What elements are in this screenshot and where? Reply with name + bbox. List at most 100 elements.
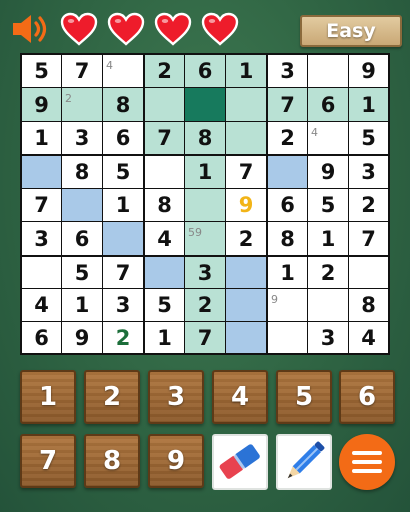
board-cell[interactable]: 7 xyxy=(103,257,143,288)
board-cell[interactable] xyxy=(62,189,102,221)
board-cell[interactable]: 7 xyxy=(62,55,102,87)
board-cell[interactable]: 7 xyxy=(185,322,225,353)
board-cell[interactable]: 6 xyxy=(185,55,225,87)
board-cell[interactable]: 6 xyxy=(62,222,102,255)
board-cell[interactable]: 5 xyxy=(103,156,143,188)
board-cell[interactable]: 4 xyxy=(349,322,388,353)
board-cell[interactable]: 7 xyxy=(226,156,266,188)
board-cell[interactable]: 2 xyxy=(185,289,225,321)
board-cell[interactable] xyxy=(185,189,225,221)
board-cell[interactable]: 9 xyxy=(349,55,388,87)
board-cell[interactable]: 5 xyxy=(349,122,388,154)
pencil-button[interactable] xyxy=(276,434,332,490)
board-cell[interactable]: 4 xyxy=(22,289,61,321)
board-cell[interactable]: 1 xyxy=(103,189,143,221)
board-cell[interactable] xyxy=(22,257,61,288)
cell-digit: 6 xyxy=(74,226,90,251)
board-cell[interactable]: 1 xyxy=(185,156,225,188)
eraser-button[interactable] xyxy=(212,434,268,490)
board-cell[interactable]: 1 xyxy=(22,122,61,154)
board-cell[interactable]: 8 xyxy=(268,222,307,255)
board-cell[interactable] xyxy=(349,257,388,288)
board-cell[interactable]: 2 xyxy=(62,88,102,121)
board-cell[interactable]: 1 xyxy=(62,289,102,321)
board-cell[interactable]: 2 xyxy=(103,322,143,353)
board-cell[interactable]: 2 xyxy=(349,189,388,221)
board-cell[interactable] xyxy=(103,222,143,255)
board-cell[interactable] xyxy=(308,289,348,321)
board-cell[interactable] xyxy=(268,322,307,353)
cell-digit: 6 xyxy=(34,325,49,350)
board-cell[interactable]: 8 xyxy=(62,156,102,188)
board-cell[interactable]: 3 xyxy=(62,122,102,154)
cell-digit: 6 xyxy=(320,92,336,117)
cell-digit: 8 xyxy=(157,193,172,217)
number-pad-key[interactable]: 1 xyxy=(20,370,76,424)
board-cell[interactable] xyxy=(145,257,184,288)
board-cell[interactable] xyxy=(145,88,184,121)
board-cell[interactable]: 7 xyxy=(145,122,184,154)
board-cell[interactable]: 9 xyxy=(226,189,266,221)
board-cell[interactable]: 6 xyxy=(308,88,348,121)
board-cell[interactable]: 1 xyxy=(145,322,184,353)
board-cell[interactable]: 6 xyxy=(103,122,143,154)
sudoku-board: 5 7 4 2 6 1 3 9 9 2 8 7 6 1 1 3 6 7 8 2 4 5 8 5 1 7 9 3 7 1 8 9 6 5 2 3 6 4 59… xyxy=(20,53,390,355)
board-cell[interactable]: 6 xyxy=(268,189,307,221)
number-pad-key[interactable]: 3 xyxy=(148,370,204,424)
board-cell[interactable]: 2 xyxy=(308,257,348,288)
board-cell[interactable] xyxy=(308,55,348,87)
board-cell[interactable]: 3 xyxy=(185,257,225,288)
board-cell[interactable]: 7 xyxy=(268,88,307,121)
board-cell[interactable]: 9 xyxy=(62,322,102,353)
board-cell[interactable] xyxy=(268,156,307,188)
board-cell[interactable]: 5 xyxy=(62,257,102,288)
number-pad-key[interactable]: 9 xyxy=(148,434,204,488)
board-cell[interactable]: 2 xyxy=(226,222,266,255)
number-pad-key[interactable]: 8 xyxy=(84,434,140,488)
sound-toggle[interactable] xyxy=(10,12,50,46)
board-cell[interactable] xyxy=(226,257,266,288)
board-cell[interactable]: 2 xyxy=(268,122,307,154)
board-cell[interactable]: 3 xyxy=(349,156,388,188)
board-cell[interactable]: 1 xyxy=(226,55,266,87)
board-cell[interactable]: 8 xyxy=(145,189,184,221)
board-cell[interactable] xyxy=(145,156,184,188)
board-cell[interactable]: 9 xyxy=(22,88,61,121)
board-cell[interactable] xyxy=(226,289,266,321)
board-cell[interactable]: 1 xyxy=(308,222,348,255)
board-cell[interactable] xyxy=(22,156,61,188)
board-cell[interactable]: 7 xyxy=(22,189,61,221)
board-cell[interactable]: 5 xyxy=(308,189,348,221)
board-cell[interactable]: 8 xyxy=(185,122,225,154)
board-cell[interactable]: 3 xyxy=(268,55,307,87)
board-cell[interactable]: 6 xyxy=(22,322,61,353)
board-cell[interactable]: 3 xyxy=(103,289,143,321)
number-pad-key[interactable]: 7 xyxy=(20,434,76,488)
number-pad-key[interactable]: 4 xyxy=(212,370,268,424)
board-cell[interactable] xyxy=(226,122,266,154)
board-cell[interactable]: 5 xyxy=(22,55,61,87)
board-cell[interactable]: 1 xyxy=(349,88,388,121)
board-cell[interactable]: 8 xyxy=(103,88,143,121)
board-cell[interactable]: 2 xyxy=(145,55,184,87)
board-cell[interactable]: 9 xyxy=(308,156,348,188)
board-cell[interactable]: 5 xyxy=(145,289,184,321)
board-cell[interactable]: 59 xyxy=(185,222,225,255)
board-cell[interactable]: 9 xyxy=(268,289,307,321)
board-cell[interactable]: 3 xyxy=(22,222,61,255)
board-cell[interactable] xyxy=(185,88,225,121)
cell-digit: 2 xyxy=(197,293,213,317)
board-cell[interactable]: 4 xyxy=(308,122,348,154)
board-cell[interactable] xyxy=(226,88,266,121)
board-cell[interactable] xyxy=(226,322,266,353)
number-pad-key[interactable]: 2 xyxy=(84,370,140,424)
board-cell[interactable]: 8 xyxy=(349,289,388,321)
board-cell[interactable]: 4 xyxy=(103,55,143,87)
menu-button[interactable] xyxy=(339,434,395,490)
number-pad-key[interactable]: 5 xyxy=(276,370,332,424)
board-cell[interactable]: 1 xyxy=(268,257,307,288)
board-cell[interactable]: 3 xyxy=(308,322,348,353)
number-pad-key[interactable]: 6 xyxy=(339,370,395,424)
board-cell[interactable]: 4 xyxy=(145,222,184,255)
board-cell[interactable]: 7 xyxy=(349,222,388,255)
